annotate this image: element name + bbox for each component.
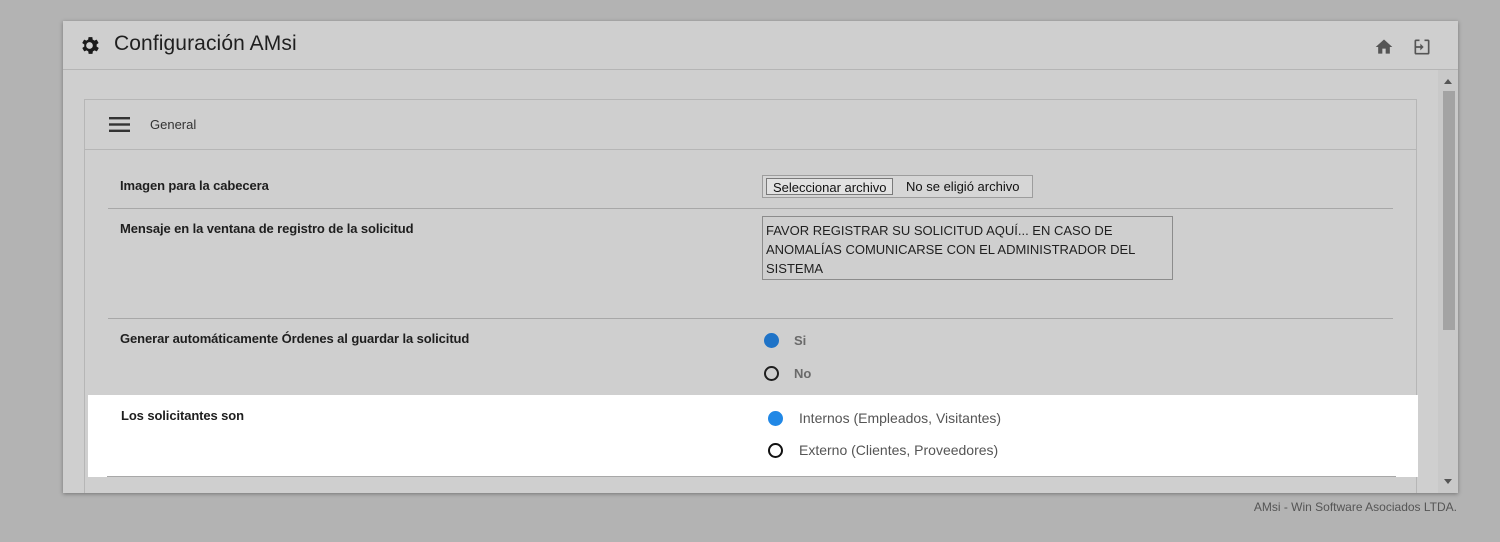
radio-unselected-icon[interactable]	[764, 366, 779, 381]
radio-label-no: No	[794, 366, 812, 381]
radio-option-no[interactable]: No	[764, 366, 811, 381]
radio-selected-icon[interactable]	[764, 333, 779, 348]
scrollbar-thumb[interactable]	[1443, 91, 1455, 330]
hamburger-menu-icon[interactable]	[109, 117, 130, 132]
radio-label-externo: Externo (Clientes, Proveedores)	[799, 442, 999, 458]
message-textarea[interactable]: FAVOR REGISTRAR SU SOLICITUD AQUÍ... EN …	[762, 216, 1173, 280]
file-input[interactable]: Seleccionar archivo No se eligió archivo	[762, 175, 1033, 198]
header-image-label: Imagen para la cabecera	[120, 178, 269, 193]
requesters-row: Los solicitantes son Internos (Empleados…	[88, 395, 1418, 477]
radio-label-si: Si	[794, 333, 807, 348]
row-divider	[107, 476, 1396, 477]
panel-header: General	[85, 100, 1416, 150]
header-image-row: Imagen para la cabecera Seleccionar arch…	[108, 150, 1393, 209]
auto-orders-label: Generar automáticamente Órdenes al guard…	[120, 331, 470, 346]
radio-selected-icon[interactable]	[768, 410, 783, 426]
footer-credit: AMsi - Win Software Asociados LTDA.	[1253, 500, 1457, 514]
file-status: No se eligió archivo	[906, 179, 1020, 194]
radio-option-internos[interactable]: Internos (Empleados, Visitantes)	[768, 410, 1001, 426]
home-icon[interactable]	[1374, 37, 1394, 57]
scroll-down-arrow-icon[interactable]	[1444, 479, 1452, 484]
gear-icon	[82, 37, 99, 54]
vertical-scrollbar[interactable]	[1438, 70, 1458, 493]
message-label: Mensaje en la ventana de registro de la …	[120, 221, 414, 236]
radio-option-si[interactable]: Si	[764, 333, 806, 348]
radio-label-internos: Internos (Empleados, Visitantes)	[799, 410, 1002, 426]
radio-option-externo[interactable]: Externo (Clientes, Proveedores)	[768, 442, 998, 458]
exit-icon[interactable]	[1412, 37, 1432, 57]
message-row: Mensaje en la ventana de registro de la …	[108, 209, 1393, 319]
window-header: Configuración AMsi	[63, 21, 1458, 70]
page-title: Configuración AMsi	[114, 32, 297, 55]
radio-unselected-icon[interactable]	[768, 442, 783, 458]
select-file-button[interactable]: Seleccionar archivo	[766, 178, 894, 195]
requesters-label: Los solicitantes son	[121, 408, 244, 423]
scroll-up-arrow-icon[interactable]	[1444, 79, 1452, 84]
panel-title: General	[150, 117, 197, 132]
auto-orders-row: Generar automáticamente Órdenes al guard…	[108, 319, 1393, 396]
